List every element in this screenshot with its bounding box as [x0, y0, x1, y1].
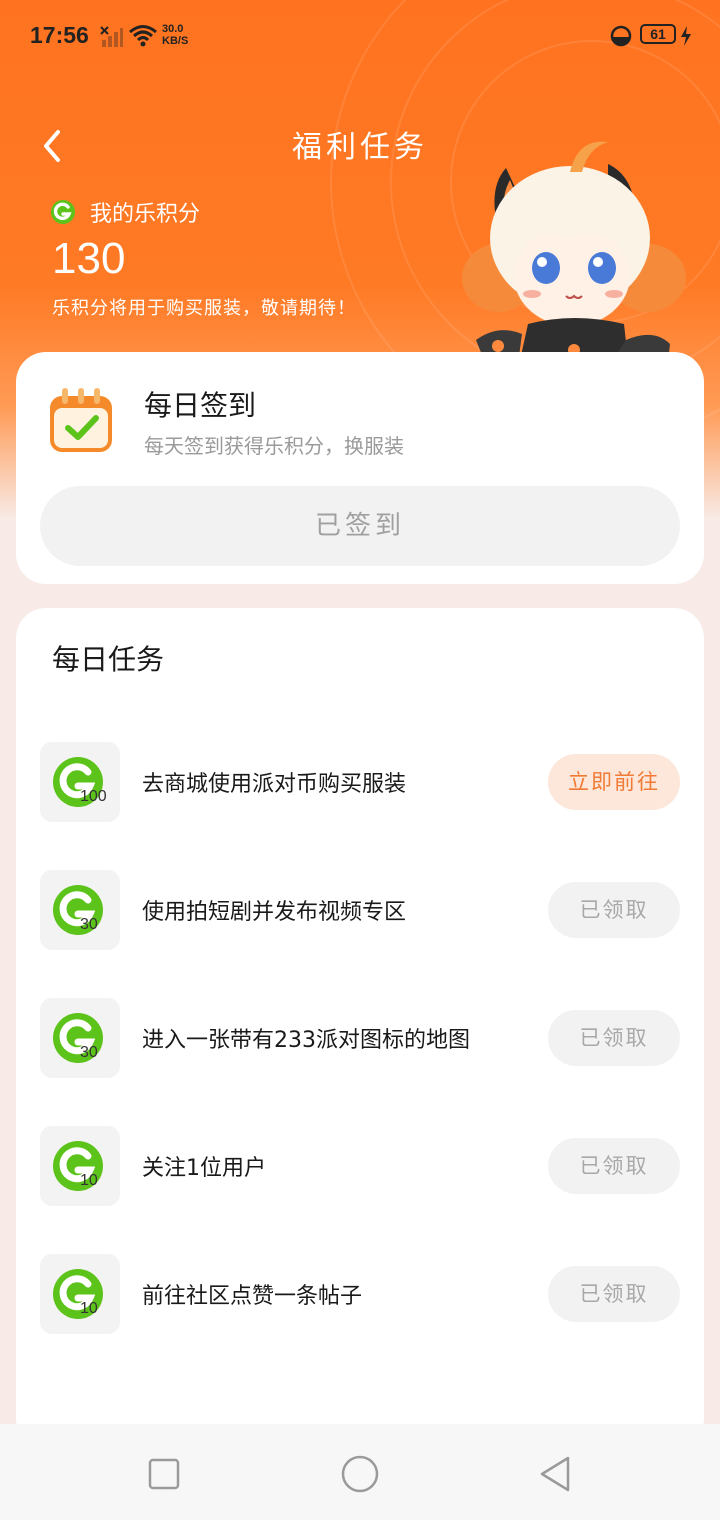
checkin-button[interactable]: 已签到 [40, 486, 680, 566]
signal-icon [100, 26, 123, 47]
task-reward-amount: 100 [80, 788, 107, 805]
status-time: 17:56 [30, 22, 89, 48]
points-label: 我的乐积分 [90, 202, 201, 227]
mascot-character-image [462, 141, 686, 380]
task-row: 30 进入一张带有233派对图标的地图 已领取 [16, 998, 704, 1078]
calendar-check-icon [50, 388, 112, 452]
task-reward-amount: 30 [80, 916, 98, 933]
task-reward-badge: 100 [40, 742, 120, 822]
task-description: 使用拍短剧并发布视频专区 [142, 900, 407, 925]
task-reward-badge: 30 [40, 998, 120, 1078]
points-value: 130 [52, 234, 126, 283]
checkin-subtitle: 每天签到获得乐积分，换服装 [144, 434, 404, 458]
task-row: 100 去商城使用派对币购买服装 立即前往 [16, 742, 704, 822]
task-description: 前往社区点赞一条帖子 [142, 1284, 363, 1309]
task-description: 关注1位用户 [142, 1156, 266, 1181]
task-claimed-button[interactable]: 已领取 [548, 882, 680, 938]
task-reward-badge: 30 [40, 870, 120, 950]
daily-tasks-card: 每日任务 100 去商城使用派对币购买服装 立即前往 30 使用拍短剧并发布视频… [16, 608, 704, 1448]
checkin-title: 每日签到 [144, 389, 257, 422]
back-icon[interactable] [536, 1454, 576, 1494]
task-reward-amount: 10 [80, 1172, 98, 1189]
task-claimed-button[interactable]: 已领取 [548, 1266, 680, 1322]
task-go-button[interactable]: 立即前往 [548, 754, 680, 810]
task-row: 10 前往社区点赞一条帖子 已领取 [16, 1254, 704, 1334]
network-speed-value: 30.0 [162, 23, 184, 35]
task-claimed-button[interactable]: 已领取 [548, 1138, 680, 1194]
network-speed-unit: KB/S [162, 35, 189, 47]
task-reward-amount: 30 [80, 1044, 98, 1061]
recent-apps-icon[interactable] [144, 1454, 184, 1494]
data-saver-icon [610, 25, 632, 47]
task-reward-badge: 10 [40, 1254, 120, 1334]
task-description: 进入一张带有233派对图标的地图 [142, 1028, 470, 1053]
charging-icon [681, 26, 691, 46]
task-row: 10 关注1位用户 已领取 [16, 1126, 704, 1206]
wifi-icon [129, 25, 157, 47]
home-icon[interactable] [340, 1454, 380, 1494]
le-coin-icon [51, 200, 75, 224]
battery-indicator: 61 [640, 24, 676, 44]
status-bar: 17:56 30.0 KB/S 61 [0, 0, 720, 72]
network-speed: 30.0 KB/S [162, 23, 188, 47]
task-claimed-button[interactable]: 已领取 [548, 1010, 680, 1066]
task-reward-badge: 10 [40, 1126, 120, 1206]
task-reward-amount: 10 [80, 1300, 98, 1317]
system-navigation-bar [0, 1424, 720, 1520]
points-hint: 乐积分将用于购买服装，敬请期待！ [52, 298, 356, 319]
task-row: 30 使用拍短剧并发布视频专区 已领取 [16, 870, 704, 950]
task-description: 去商城使用派对币购买服装 [142, 772, 407, 797]
daily-tasks-title: 每日任务 [52, 643, 165, 676]
checkin-card: 每日签到 每天签到获得乐积分，换服装 已签到 [16, 352, 704, 584]
points-label-row: 我的乐积分 [50, 196, 200, 228]
